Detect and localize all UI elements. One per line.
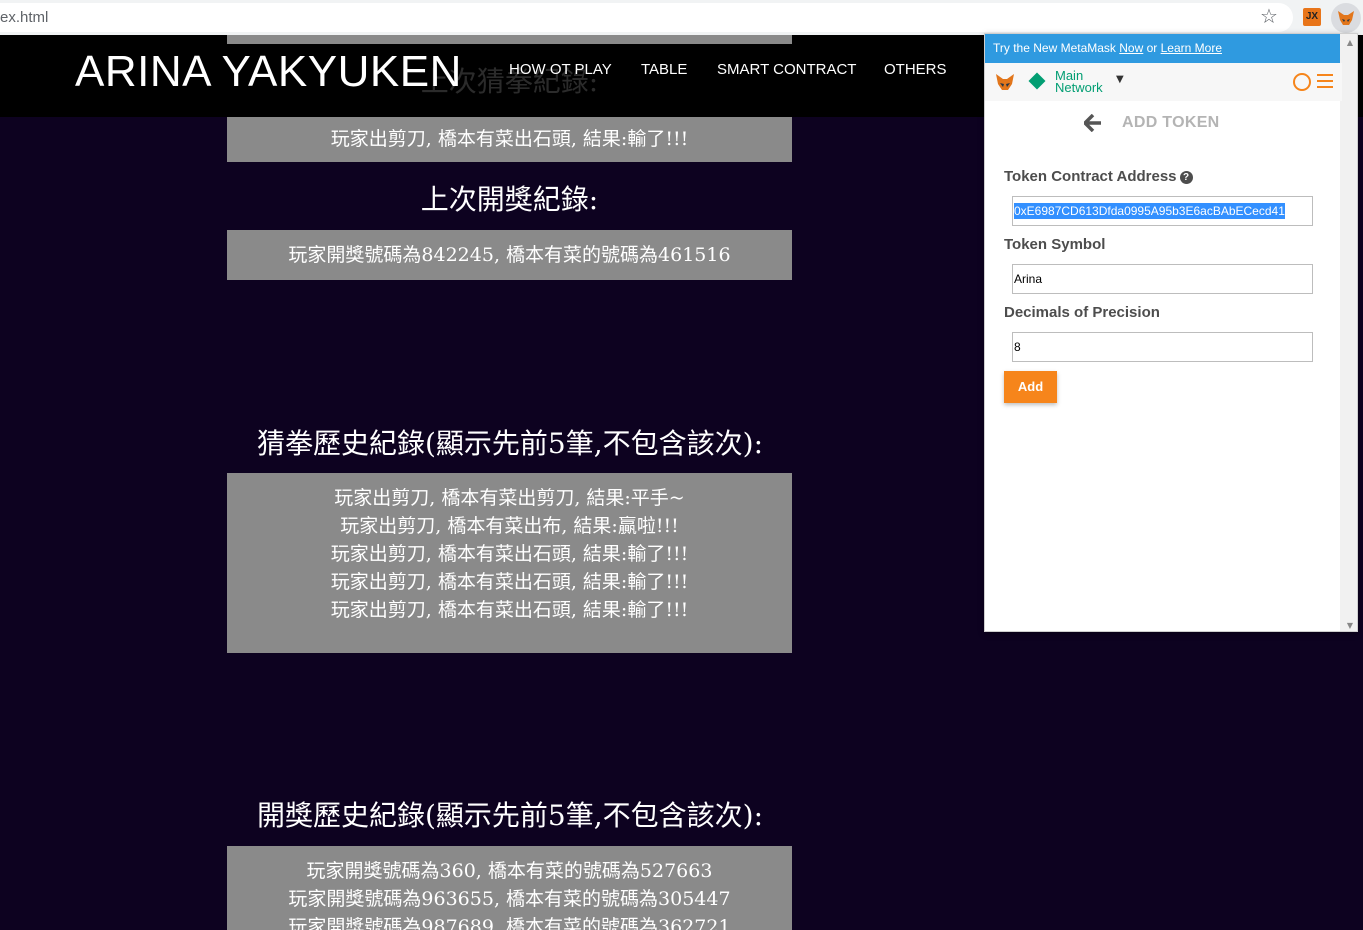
guess-history-row: 玩家出剪刀, 橋本有菜出剪刀, 結果:平手~ <box>334 487 685 509</box>
last-draw-heading: 上次開獎紀錄: <box>420 183 599 216</box>
draw-history-heading: 開獎歷史紀錄(顯示先前5筆,不包含該次): <box>257 799 763 832</box>
browser-toolbar: ex.html ☆ JX <box>0 0 1363 35</box>
metamask-popup: Try the New MetaMask Now or Learn More ▲… <box>984 33 1358 632</box>
add-token-button[interactable]: Add <box>1004 371 1057 403</box>
token-symbol-input[interactable]: Arina <box>1012 264 1313 294</box>
token-address-label-text: Token Contract Address <box>1004 168 1177 185</box>
draw-history-row: 玩家開獎號碼為963655, 橋本有菜的號碼為305447 <box>288 888 731 910</box>
network-caret-down-icon[interactable]: ▼ <box>1116 74 1124 85</box>
decimals-label: Decimals of Precision <box>1004 304 1160 321</box>
help-question-icon[interactable]: ? <box>1179 171 1193 184</box>
guess-history-row: 玩家出剪刀, 橋本有菜出布, 結果:贏啦!!! <box>340 515 679 537</box>
guess-history-box: 玩家出剪刀, 橋本有菜出剪刀, 結果:平手~ 玩家出剪刀, 橋本有菜出布, 結果… <box>227 473 792 653</box>
account-switch-icon[interactable] <box>1293 73 1311 91</box>
last-guess-result: 玩家出剪刀, 橋本有菜出石頭, 結果:輸了!!! <box>330 128 689 150</box>
network-selector[interactable]: Main Network <box>1055 69 1103 95</box>
banner-learn-more-link[interactable]: Learn More <box>1161 41 1222 55</box>
draw-history-row: 玩家開獎號碼為360, 橋本有菜的號碼為527663 <box>306 860 713 882</box>
draw-history-box: 玩家開獎號碼為360, 橋本有菜的號碼為527663 玩家開獎號碼為963655… <box>227 846 792 930</box>
nav-table[interactable]: TABLE <box>641 61 687 78</box>
bookmark-star-icon[interactable]: ☆ <box>1260 3 1278 29</box>
last-draw-box: 玩家開獎號碼為842245, 橋本有菜的號碼為461516 <box>227 230 792 280</box>
url-text: ex.html <box>0 9 49 26</box>
guess-history-row: 玩家出剪刀, 橋本有菜出石頭, 結果:輸了!!! <box>330 571 689 593</box>
jx-extension-icon[interactable]: JX <box>1303 8 1321 26</box>
metamask-topbar: Main Network ▼ <box>985 63 1342 101</box>
previous-box-edge <box>227 35 792 44</box>
site-title[interactable]: ARINA YAKYUKEN <box>75 47 462 97</box>
nav-smart-contract[interactable]: SMART CONTRACT <box>717 61 856 78</box>
nav-others[interactable]: OTHERS <box>884 61 947 78</box>
banner-or-text: or <box>1143 41 1161 55</box>
draw-history-row: 玩家開獎號碼為987689, 橋本有菜的號碼為362721 <box>288 916 731 930</box>
token-address-input[interactable]: 0xE6987CD613Dfda0995A95b3E6acBAbECecd41 <box>1012 196 1313 226</box>
banner-now-link[interactable]: Now <box>1119 41 1143 55</box>
metamask-extension-button[interactable] <box>1331 3 1361 33</box>
hamburger-menu-icon[interactable] <box>1317 74 1333 92</box>
decimals-value: 8 <box>1014 340 1021 354</box>
metamask-fox-icon <box>1338 11 1354 25</box>
decimals-input[interactable]: 8 <box>1012 332 1313 362</box>
scroll-down-arrow-icon[interactable]: ▼ <box>1347 621 1353 630</box>
guess-history-row: 玩家出剪刀, 橋本有菜出石頭, 結果:輸了!!! <box>330 543 689 565</box>
banner-text: Try the New MetaMask <box>993 41 1120 55</box>
token-address-label: Token Contract Address? <box>1004 168 1193 185</box>
last-guess-box: 玩家出剪刀, 橋本有菜出石頭, 結果:輸了!!! <box>227 117 792 162</box>
popup-scrollbar[interactable]: ▲ ▼ <box>1340 34 1357 631</box>
address-bar[interactable]: ex.html <box>0 3 1293 32</box>
back-arrow-icon[interactable] <box>1084 114 1102 132</box>
nav-how-to-play[interactable]: HOW OT PLAY <box>509 61 612 78</box>
guess-history-row: 玩家出剪刀, 橋本有菜出石頭, 結果:輸了!!! <box>330 599 689 621</box>
network-status-diamond-icon[interactable] <box>1028 72 1046 90</box>
network-name-line2: Network <box>1055 80 1103 95</box>
guess-history-heading: 猜拳歷史紀錄(顯示先前5筆,不包含該次): <box>257 427 763 460</box>
token-symbol-label: Token Symbol <box>1004 236 1106 253</box>
scroll-up-arrow-icon[interactable]: ▲ <box>1347 38 1353 47</box>
token-symbol-value: Arina <box>1014 272 1043 286</box>
token-address-value: 0xE6987CD613Dfda0995A95b3E6acBAbECecd41 <box>1014 203 1285 219</box>
last-draw-result: 玩家開獎號碼為842245, 橋本有菜的號碼為461516 <box>288 244 731 266</box>
metamask-banner: Try the New MetaMask Now or Learn More <box>985 34 1342 63</box>
add-token-title: ADD TOKEN <box>1122 114 1220 131</box>
metamask-logo-icon[interactable] <box>995 73 1015 91</box>
